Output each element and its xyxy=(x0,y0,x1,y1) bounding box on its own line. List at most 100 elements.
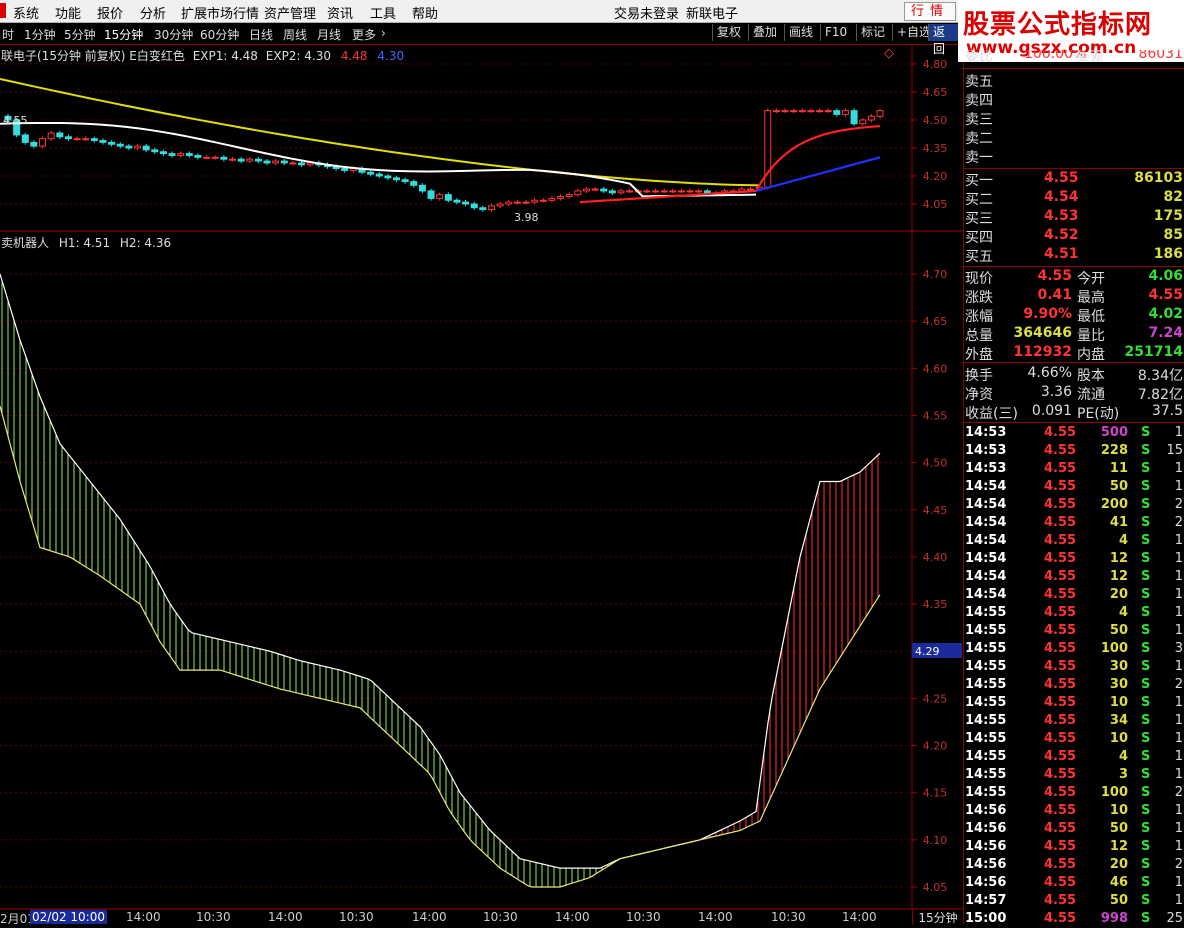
indicator-band xyxy=(1,280,879,887)
tick-side: S xyxy=(1141,695,1151,710)
tick-time: 14:55 xyxy=(965,731,1007,746)
tick-count: 2 xyxy=(1174,857,1183,872)
tick-count: 1 xyxy=(1174,605,1183,620)
buy-level-volume: 186 xyxy=(1153,246,1183,262)
candle-body xyxy=(539,199,547,202)
tick-volume: 4 xyxy=(1118,605,1128,620)
tick-time: 14:54 xyxy=(965,479,1007,494)
bottom-price-grid xyxy=(0,273,912,888)
time-label: 14:00 xyxy=(842,910,877,924)
tick-time: 14:56 xyxy=(965,839,1007,854)
tick-time: 14:53 xyxy=(965,425,1007,440)
tick-side: S xyxy=(1141,749,1151,764)
tick-time: 14:57 xyxy=(965,893,1007,908)
candle-body xyxy=(600,188,608,192)
candle-body xyxy=(479,207,487,211)
candle-body xyxy=(367,171,375,175)
buy-level-row: 买四 4.52 85 xyxy=(964,226,1184,246)
tick-side: S xyxy=(1141,605,1151,620)
sell-level-label: 卖一 xyxy=(965,150,993,166)
sell-level-label: 卖四 xyxy=(965,93,993,109)
tick-side: S xyxy=(1141,731,1151,746)
tick-price: 4.55 xyxy=(1044,713,1077,728)
price-axis-label: 4.15 xyxy=(923,787,948,800)
tick-price: 4.55 xyxy=(1044,749,1077,764)
tick-volume: 30 xyxy=(1109,659,1128,674)
candle-body xyxy=(108,141,116,145)
tick-count: 2 xyxy=(1174,785,1183,800)
tick-price: 4.55 xyxy=(1044,911,1077,926)
candle-body xyxy=(513,201,521,204)
tick-count: 2 xyxy=(1174,515,1183,530)
candle-body xyxy=(746,188,754,191)
quote-value: 7.24 xyxy=(1148,325,1183,341)
quote-row: 涨幅 9.90% 最低 4.02 xyxy=(964,305,1184,325)
candle-body xyxy=(64,136,72,140)
candle-body xyxy=(574,190,582,196)
sell-level-label: 卖二 xyxy=(965,131,993,147)
chart-area[interactable]: 4.80 4.65 4.50 4.35 4.20 4.05 4.55 3.98 4.70 4… xyxy=(0,0,963,925)
tick-count: 1 xyxy=(1174,695,1183,710)
time-label: 10:30 xyxy=(339,910,374,924)
tick-price: 4.55 xyxy=(1044,821,1077,836)
sell-level-row: 卖五 xyxy=(964,70,1184,90)
tick-price: 4.55 xyxy=(1044,677,1077,692)
quote-row: 换手 4.66% 股本 8.34亿 xyxy=(964,364,1184,384)
price-axis-label: 4.45 xyxy=(923,504,948,517)
candle-body xyxy=(47,132,55,140)
tick-time: 14:55 xyxy=(965,749,1007,764)
candle-body xyxy=(643,190,651,193)
tick-time: 14:55 xyxy=(965,767,1007,782)
tick-volume: 46 xyxy=(1109,875,1128,890)
tick-price: 4.55 xyxy=(1044,767,1077,782)
candle-body xyxy=(427,190,435,199)
quote-label: 外盘 xyxy=(965,347,993,363)
tick-volume: 100 xyxy=(1100,785,1128,800)
tick-time: 14:54 xyxy=(965,515,1007,530)
candle-body xyxy=(151,149,159,153)
candle-body xyxy=(505,201,513,205)
tick-count: 1 xyxy=(1174,875,1183,890)
tick-price: 4.55 xyxy=(1044,785,1077,800)
time-axis: 2月01 02/02 10:00 14:00 10:30 14:00 10:30… xyxy=(0,909,912,926)
candle-body xyxy=(39,138,47,147)
tick-time: 14:54 xyxy=(965,551,1007,566)
tick-side: S xyxy=(1141,767,1151,782)
quote-value: 3.36 xyxy=(1040,384,1072,400)
candle-body xyxy=(280,160,288,164)
candle-body xyxy=(436,194,444,199)
tick-volume: 10 xyxy=(1109,803,1128,818)
current-period-label[interactable]: 15分钟 xyxy=(912,909,963,925)
buy-level-label: 买一 xyxy=(965,173,993,189)
tick-side: S xyxy=(1141,857,1151,872)
candle-body xyxy=(824,110,832,113)
candle-body xyxy=(21,134,29,143)
sell-level-row: 卖三 xyxy=(964,108,1184,128)
tick-volume: 200 xyxy=(1100,497,1128,512)
tick-volume: 12 xyxy=(1109,569,1128,584)
tick-row: 14:55 4.55 10 S 1 xyxy=(964,730,1184,748)
tick-count: 1 xyxy=(1174,587,1183,602)
candle-body xyxy=(30,141,38,147)
tick-row: 14:55 4.55 10 S 1 xyxy=(964,694,1184,712)
candle-body xyxy=(125,145,133,149)
time-label: 14:00 xyxy=(412,910,447,924)
tick-volume: 20 xyxy=(1109,587,1128,602)
price-axis-label: 4.65 xyxy=(923,315,948,328)
tick-side: S xyxy=(1141,533,1151,548)
quote-value: 9.90% xyxy=(1023,306,1072,322)
tick-row: 14:56 4.55 10 S 1 xyxy=(964,802,1184,820)
quote-row: 涨跌 0.41 最高 4.55 xyxy=(964,286,1184,306)
quote-value: 7.82亿 xyxy=(1137,387,1183,403)
quote-row: 总量 364646 量比 7.24 xyxy=(964,324,1184,344)
tick-price: 4.55 xyxy=(1044,839,1077,854)
time-label: 14:00 xyxy=(698,910,733,924)
tick-count: 1 xyxy=(1174,425,1183,440)
candle-body xyxy=(470,203,478,209)
quote-label: 最高 xyxy=(1077,290,1105,306)
tick-side: S xyxy=(1141,587,1151,602)
top-price-axis: 4.80 4.65 4.50 4.35 4.20 4.05 xyxy=(912,58,947,211)
weibi-row: 委比 100.00% 委差 86031 xyxy=(965,50,1183,64)
top-price-grid xyxy=(0,63,912,205)
tick-row: 14:55 4.55 34 S 1 xyxy=(964,712,1184,730)
